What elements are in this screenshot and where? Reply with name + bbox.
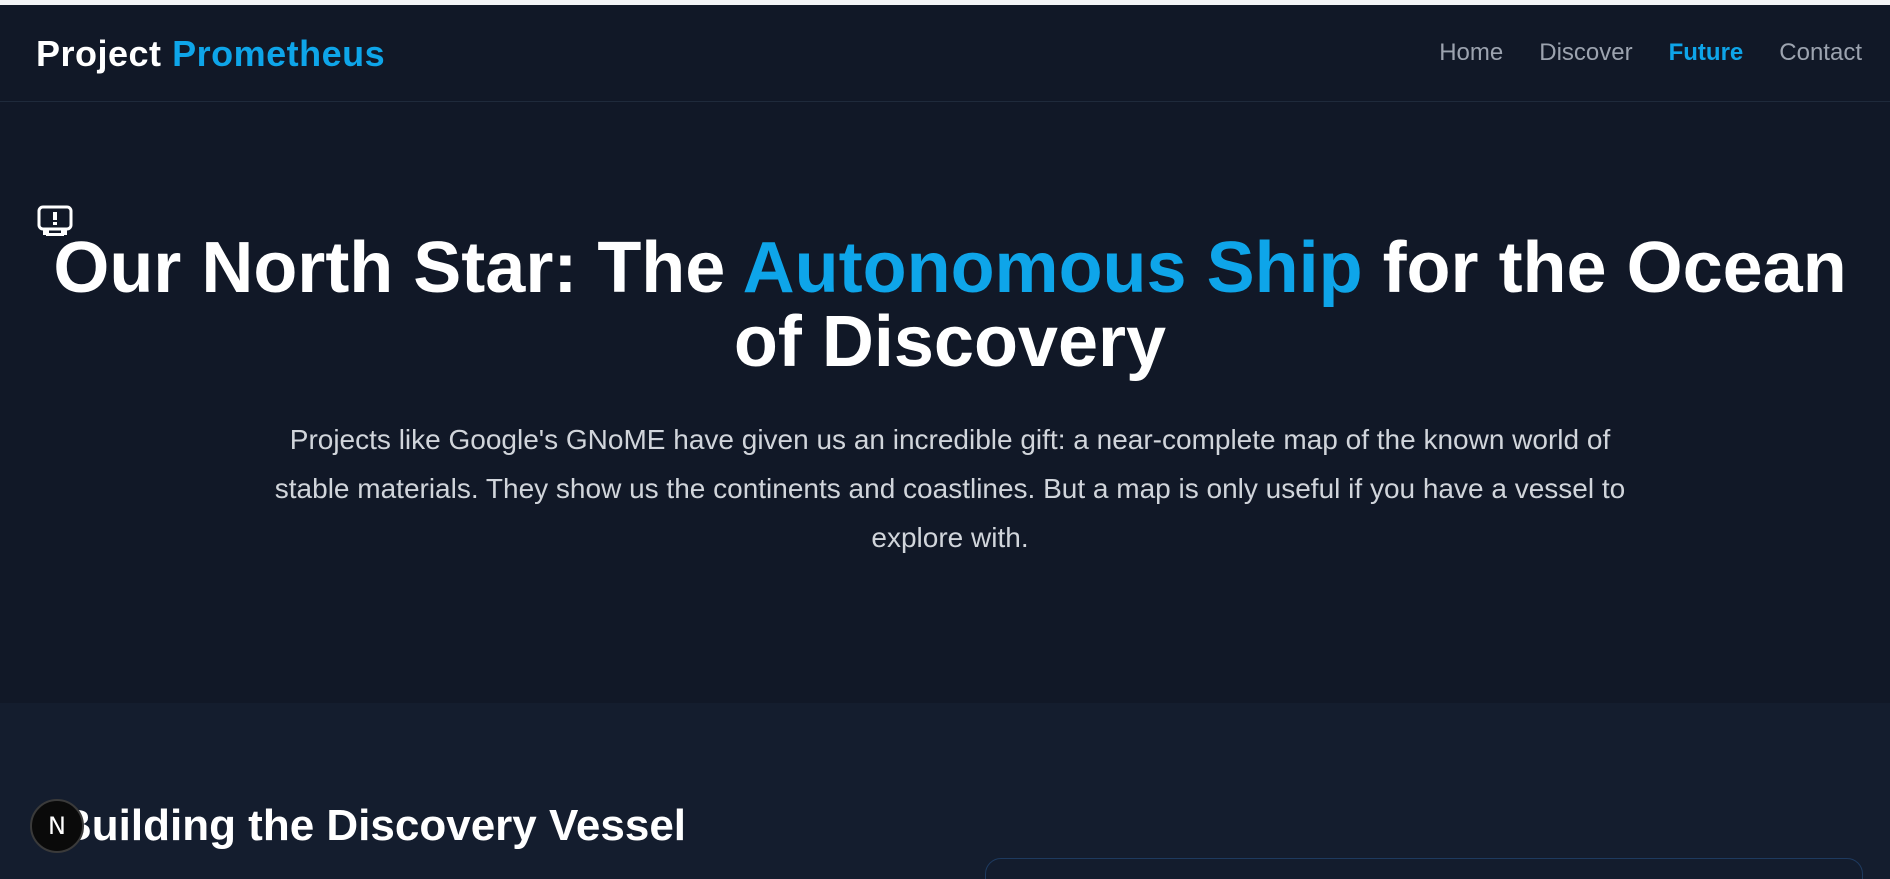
nav-links: Home Discover Future Contact	[1439, 39, 1862, 67]
nav-contact[interactable]: Contact	[1779, 39, 1862, 67]
nav-home[interactable]: Home	[1439, 39, 1503, 67]
nav-discover[interactable]: Discover	[1539, 39, 1632, 67]
feature-card	[985, 858, 1863, 879]
hero-title: Our North Star: The Autonomous Ship for …	[20, 231, 1880, 379]
discovery-vessel-section: Building the Discovery Vessel	[0, 703, 1890, 879]
hero-section: Our North Star: The Autonomous Ship for …	[0, 103, 1890, 703]
hero-subtitle: Projects like Google's GNoME have given …	[274, 424, 1626, 553]
navbar: Project Prometheus Home Discover Future …	[0, 5, 1890, 102]
section-title: Building the Discovery Vessel	[60, 801, 687, 850]
hero-title-accent: Autonomous Ship	[742, 228, 1363, 308]
nav-future[interactable]: Future	[1669, 39, 1744, 67]
brand-first: Project	[36, 33, 162, 74]
brand-second: Prometheus	[172, 33, 386, 74]
dev-tools-badge[interactable]: N	[30, 799, 84, 853]
hero-title-pre: Our North Star: The	[53, 228, 743, 308]
dev-badge-label: N	[48, 812, 66, 840]
brand-logo[interactable]: Project Prometheus	[36, 33, 385, 75]
